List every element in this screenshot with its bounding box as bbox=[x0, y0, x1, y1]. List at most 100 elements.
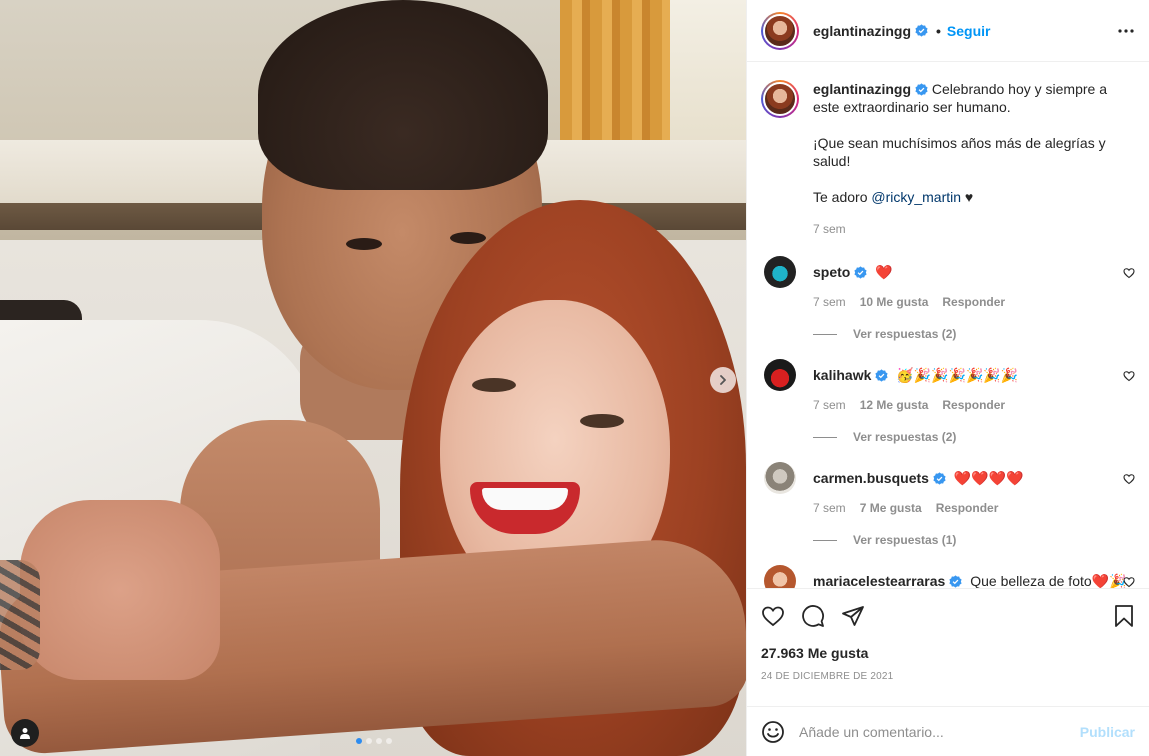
carousel-dot bbox=[386, 738, 392, 744]
tagged-users-button[interactable] bbox=[11, 719, 39, 747]
comment-username[interactable]: kalihawk bbox=[813, 367, 871, 383]
view-replies-label: Ver respuestas (2) bbox=[853, 430, 957, 444]
heart-icon bbox=[1123, 268, 1135, 279]
comment-username[interactable]: mariacelestearraras bbox=[813, 573, 945, 588]
add-comment-bar: Publicar bbox=[747, 706, 1149, 756]
user-tag-icon bbox=[20, 728, 30, 739]
comment-likes[interactable]: 10 Me gusta bbox=[860, 295, 929, 309]
carousel-dot bbox=[376, 738, 382, 744]
heart-icon bbox=[1123, 474, 1135, 485]
reply-button[interactable]: Responder bbox=[942, 398, 1005, 412]
comment-item: speto ❤️ 7 sem 10 Me gusta Responder Ver… bbox=[761, 256, 1135, 341]
photo-eye bbox=[580, 414, 624, 428]
post-side-panel: eglantinazingg • Seguir eglantinazingg C… bbox=[746, 0, 1149, 756]
comment-icon bbox=[802, 605, 824, 627]
carousel-dot bbox=[366, 738, 372, 744]
separator-dot: • bbox=[936, 22, 941, 39]
more-options-button[interactable] bbox=[1117, 28, 1135, 34]
comment-like-button[interactable] bbox=[1123, 472, 1135, 488]
verified-badge-icon bbox=[875, 369, 888, 382]
comment-item: mariacelestearraras Que belleza de foto❤… bbox=[761, 565, 1135, 589]
view-replies-label: Ver respuestas (2) bbox=[853, 327, 957, 341]
heart-icon bbox=[762, 606, 784, 627]
verified-badge-icon bbox=[915, 24, 928, 37]
post-actions: 27.963 Me gusta 24 DE DICIEMBRE DE 2021 bbox=[747, 589, 1149, 682]
caption-line-3-suffix: ♥ bbox=[961, 189, 974, 205]
verified-badge-icon bbox=[915, 83, 928, 96]
comment-likes[interactable]: 12 Me gusta bbox=[860, 398, 929, 412]
action-bar bbox=[761, 599, 1135, 633]
reply-button[interactable]: Responder bbox=[942, 295, 1005, 309]
post-photo[interactable] bbox=[0, 0, 746, 756]
photo-man-hair bbox=[258, 0, 548, 190]
post-header: eglantinazingg • Seguir bbox=[747, 0, 1149, 62]
comment-username[interactable]: speto bbox=[813, 264, 850, 280]
caption-username[interactable]: eglantinazingg bbox=[813, 81, 911, 97]
carousel-indicator bbox=[356, 738, 392, 744]
comment-text: ❤️❤️❤️❤️ bbox=[953, 470, 1024, 486]
share-button[interactable] bbox=[841, 604, 865, 628]
emoji-icon bbox=[762, 720, 784, 743]
comment-text: 🥳🎉🎉🎉🎉🎉🎉 bbox=[896, 367, 1019, 383]
comment-like-button[interactable] bbox=[1123, 575, 1135, 588]
view-replies-button[interactable]: Ver respuestas (2) bbox=[813, 327, 1135, 341]
caption-mention-link[interactable]: @ricky_martin bbox=[871, 189, 961, 205]
view-replies-label: Ver respuestas (1) bbox=[853, 533, 957, 547]
publish-button[interactable]: Publicar bbox=[1080, 724, 1135, 740]
comment-like-button[interactable] bbox=[1123, 266, 1135, 282]
commenter-avatar[interactable] bbox=[764, 565, 796, 588]
photo-eye bbox=[450, 232, 486, 244]
photo-hand bbox=[20, 500, 220, 680]
chevron-right-icon bbox=[720, 375, 726, 385]
comment-likes[interactable]: 7 Me gusta bbox=[860, 501, 922, 515]
post-caption: eglantinazingg Celebrando hoy y siempre … bbox=[761, 80, 1135, 238]
author-username[interactable]: eglantinazingg bbox=[813, 23, 911, 39]
heart-icon bbox=[1123, 577, 1135, 588]
heart-icon bbox=[1123, 371, 1135, 382]
comment-input[interactable] bbox=[799, 723, 1080, 740]
comments-list[interactable]: eglantinazingg Celebrando hoy y siempre … bbox=[747, 62, 1149, 589]
view-replies-button[interactable]: Ver respuestas (2) bbox=[813, 430, 1135, 444]
comment-age[interactable]: 7 sem bbox=[813, 295, 846, 309]
more-options-icon bbox=[1118, 28, 1134, 33]
like-button[interactable] bbox=[761, 604, 785, 628]
commenter-avatar[interactable] bbox=[764, 462, 796, 494]
author-avatar[interactable] bbox=[761, 11, 799, 50]
caption-line-2: ¡Que sean muchísimos años más de alegría… bbox=[813, 135, 1106, 169]
comment-text: Que belleza de foto❤️🎉 bbox=[970, 573, 1127, 589]
comment-age[interactable]: 7 sem bbox=[813, 398, 846, 412]
comment-username[interactable]: carmen.busquets bbox=[813, 470, 929, 486]
share-icon bbox=[842, 606, 864, 626]
photo-eye bbox=[472, 378, 516, 392]
comment-like-button[interactable] bbox=[1123, 369, 1135, 385]
follow-button[interactable]: Seguir bbox=[947, 23, 991, 39]
verified-badge-icon bbox=[933, 472, 946, 485]
comment-item: kalihawk 🥳🎉🎉🎉🎉🎉🎉 7 sem 12 Me gusta Respo… bbox=[761, 359, 1135, 444]
emoji-button[interactable] bbox=[761, 720, 785, 744]
verified-badge-icon bbox=[949, 575, 962, 588]
comment-text: ❤️ bbox=[875, 264, 893, 280]
photo-tattoo bbox=[0, 560, 40, 670]
view-replies-button[interactable]: Ver respuestas (1) bbox=[813, 533, 1135, 547]
bookmark-icon bbox=[1115, 605, 1133, 627]
commenter-avatar[interactable] bbox=[764, 256, 796, 288]
save-button[interactable] bbox=[1113, 604, 1135, 628]
post-modal: eglantinazingg • Seguir eglantinazingg C… bbox=[0, 0, 1149, 756]
comment-age[interactable]: 7 sem bbox=[813, 501, 846, 515]
carousel-dot bbox=[356, 738, 362, 744]
post-date[interactable]: 24 DE DICIEMBRE DE 2021 bbox=[761, 671, 1135, 682]
comment-button[interactable] bbox=[801, 604, 825, 628]
photo-teeth bbox=[482, 488, 568, 510]
next-photo-button[interactable] bbox=[710, 367, 736, 393]
replies-line bbox=[813, 539, 837, 541]
reply-button[interactable]: Responder bbox=[936, 501, 999, 515]
replies-line bbox=[813, 333, 837, 335]
caption-line-3-prefix: Te adoro bbox=[813, 189, 872, 205]
caption-age[interactable]: 7 sem bbox=[813, 220, 846, 238]
likes-count[interactable]: 27.963 Me gusta bbox=[761, 645, 1135, 661]
author-avatar[interactable] bbox=[761, 80, 799, 118]
photo-eye bbox=[346, 238, 382, 250]
replies-line bbox=[813, 436, 837, 438]
commenter-avatar[interactable] bbox=[764, 359, 796, 391]
comment-item: carmen.busquets ❤️❤️❤️❤️ 7 sem 7 Me gust… bbox=[761, 462, 1135, 547]
